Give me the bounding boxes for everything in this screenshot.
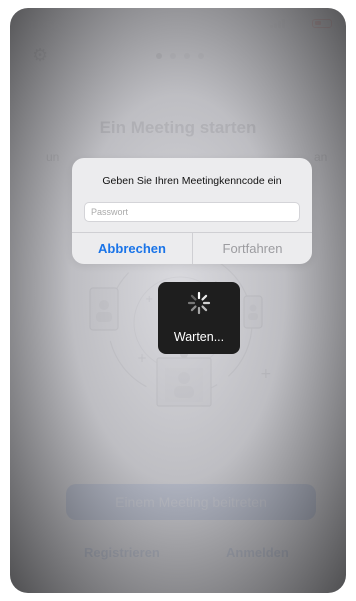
join-meeting-button[interactable]: Einem Meeting beitreten (66, 484, 316, 520)
dialog-title: Geben Sie Ihren Meetingkenncode ein (102, 175, 282, 187)
subtitle-fragment-right: an (314, 150, 328, 164)
loading-label: Warten... (173, 330, 225, 344)
status-icons (270, 18, 332, 28)
passcode-dialog: Geben Sie Ihren Meetingkenncode ein Pass… (72, 158, 312, 264)
page-dot[interactable] (170, 53, 176, 59)
register-link[interactable]: Registrieren (84, 545, 160, 560)
tablet-icon (89, 287, 119, 331)
svg-text:+: + (260, 366, 272, 382)
wifi-icon (292, 18, 306, 28)
signal-icon (270, 18, 286, 28)
cancel-button[interactable]: Abbrechen (72, 233, 192, 264)
spinner-icon (187, 291, 211, 315)
svg-text:+: + (137, 351, 147, 365)
settings-gear-icon[interactable]: ⚙ (32, 46, 50, 64)
room-display-icon (156, 350, 212, 407)
phone-device-icon (243, 295, 263, 329)
onboarding-title: Ein Meeting starten (99, 118, 257, 137)
page-dot[interactable] (198, 53, 204, 59)
continue-button[interactable]: Fortfahren (193, 233, 312, 264)
phone-screen: 11:56 ⚙ Ein Meeting starten un an + + + … (10, 8, 346, 593)
sign-in-link[interactable]: Anmelden (226, 545, 289, 560)
status-time: 11:56 (28, 18, 61, 33)
loading-hud: Warten... (158, 282, 240, 354)
subtitle-fragment-left: un (46, 150, 60, 164)
battery-icon (312, 18, 332, 28)
page-dot[interactable] (156, 53, 162, 59)
status-bar: 11:56 (10, 8, 346, 36)
page-dot[interactable] (184, 53, 190, 59)
password-input[interactable]: Passwort (84, 202, 300, 222)
svg-text:+: + (145, 294, 153, 305)
page-indicator (156, 53, 204, 59)
